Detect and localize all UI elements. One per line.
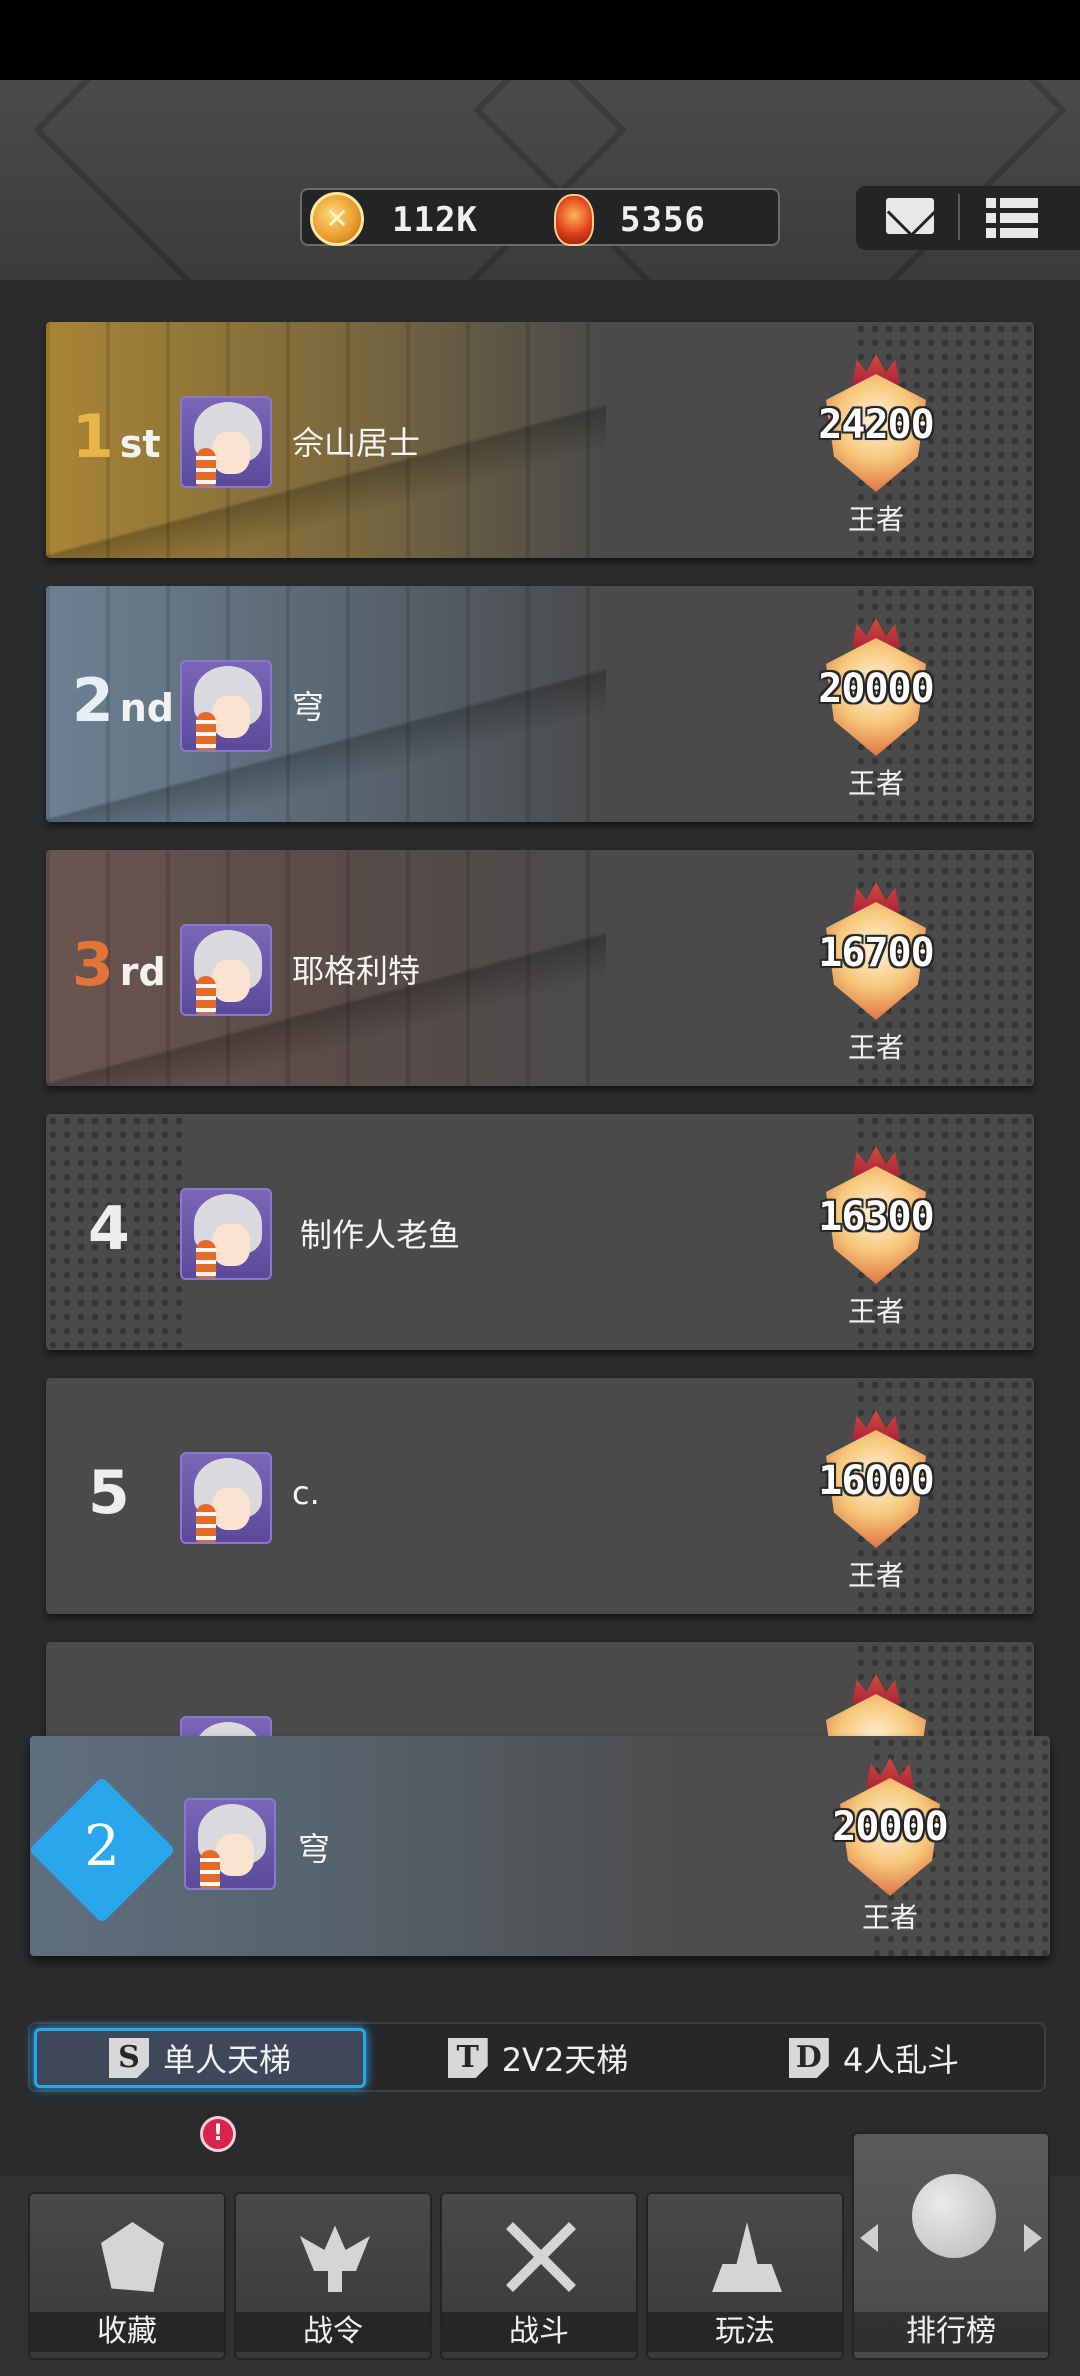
avatar[interactable] xyxy=(184,1798,276,1890)
score: 24200 xyxy=(818,402,934,448)
rank-number: 1st xyxy=(72,402,161,472)
ranking-icon xyxy=(912,2174,996,2258)
ranking-row[interactable]: 3rd 耶格利特 16700 王者 xyxy=(46,850,1034,1086)
nav-battle-pass[interactable]: 战令 xyxy=(234,2192,432,2360)
status-bar xyxy=(0,0,1080,80)
rank-number: 5 xyxy=(88,1458,130,1528)
team-ladder-icon: T xyxy=(447,2038,488,2078)
mode-tabs: S 单人天梯 T 2V2天梯 D 4人乱斗 xyxy=(28,2022,1046,2092)
gem-icon xyxy=(554,194,594,246)
ranking-row[interactable]: 5 c. 16000 王者 xyxy=(46,1378,1034,1614)
solo-ladder-icon: S xyxy=(108,2038,149,2078)
background-decoration xyxy=(473,80,1067,280)
tab-label: 单人天梯 xyxy=(162,2041,291,2079)
list-icon[interactable] xyxy=(986,198,1038,240)
nav-leaderboard[interactable]: 排行榜 xyxy=(852,2132,1050,2360)
ranking-row[interactable]: 1st 佘山居士 24200 王者 xyxy=(46,322,1034,558)
tier-label: 王者 xyxy=(847,1295,904,1328)
nav-label: 战斗 xyxy=(442,2312,636,2352)
avatar[interactable] xyxy=(180,924,272,1016)
avatar[interactable] xyxy=(180,660,272,752)
score: 16300 xyxy=(818,1194,934,1240)
coin-icon xyxy=(310,192,364,246)
ranking-row[interactable]: 2nd 穹 20000 王者 xyxy=(46,586,1034,822)
my-rank-number: 2 xyxy=(84,1814,120,1879)
nav-label: 战令 xyxy=(236,2312,430,2352)
swords-icon xyxy=(506,2222,576,2292)
coin-value: 112K xyxy=(392,200,478,240)
player-name: c. xyxy=(292,1474,320,1512)
notification-badge: ! xyxy=(200,2116,236,2152)
brawl-icon: D xyxy=(788,2038,829,2078)
cards-icon xyxy=(101,2222,164,2292)
rank-number: 4 xyxy=(88,1194,130,1264)
nav-label: 排行榜 xyxy=(854,2312,1048,2352)
tab-4p-brawl[interactable]: D 4人乱斗 xyxy=(708,2028,1040,2088)
player-name: 穹 xyxy=(298,1830,331,1868)
player-name: 佘山居士 xyxy=(292,424,421,462)
score: 16000 xyxy=(818,1458,934,1504)
gem-value: 5356 xyxy=(620,200,706,240)
ranking-list[interactable]: 1st 佘山居士 24200 王者 2nd 穹 20000 王者 3rd 耶格利… xyxy=(0,280,1080,1950)
rank-number: 3rd xyxy=(72,930,166,1000)
score: 20000 xyxy=(818,666,934,712)
score: 16700 xyxy=(818,930,934,976)
tab-label: 2V2天梯 xyxy=(501,2041,629,2079)
rank-number: 2nd xyxy=(72,666,175,736)
nav-collection[interactable]: 收藏 xyxy=(28,2192,226,2360)
wings-icon xyxy=(300,2225,370,2292)
tab-solo-ladder[interactable]: S 单人天梯 xyxy=(34,2028,366,2088)
tier-label: 王者 xyxy=(861,1901,918,1934)
avatar[interactable] xyxy=(180,396,272,488)
divider xyxy=(958,194,960,240)
tier-label: 王者 xyxy=(847,767,904,800)
tab-label: 4人乱斗 xyxy=(842,2041,960,2079)
tier-label: 王者 xyxy=(847,1031,904,1064)
map-icon xyxy=(712,2222,782,2292)
nav-label: 玩法 xyxy=(648,2312,842,2352)
arrow-left-icon xyxy=(860,2224,878,2252)
nav-label: 收藏 xyxy=(30,2312,224,2352)
player-name: 制作人老鱼 xyxy=(300,1216,461,1254)
bottom-nav: 收藏 战令 战斗 玩法 排行榜 xyxy=(0,2132,1080,2376)
tab-2v2-ladder[interactable]: T 2V2天梯 xyxy=(372,2028,704,2088)
tier-label: 王者 xyxy=(847,503,904,536)
tier-label: 王者 xyxy=(847,1559,904,1592)
my-rank-row[interactable]: 2 穹 20000 王者 xyxy=(30,1736,1050,1956)
mail-icon[interactable] xyxy=(886,198,934,234)
avatar[interactable] xyxy=(180,1452,272,1544)
nav-battle[interactable]: 战斗 xyxy=(440,2192,638,2360)
ranking-row[interactable]: 4 制作人老鱼 16300 王者 xyxy=(46,1114,1034,1350)
top-bar: 112K 5356 xyxy=(0,80,1080,280)
arrow-right-icon xyxy=(1024,2224,1042,2252)
player-name: 耶格利特 xyxy=(292,952,421,990)
player-name: 穹 xyxy=(292,688,325,726)
avatar[interactable] xyxy=(180,1188,272,1280)
nav-gameplay[interactable]: 玩法 xyxy=(646,2192,844,2360)
top-right-actions xyxy=(856,186,1080,250)
score: 20000 xyxy=(832,1804,948,1850)
currency-box: 112K 5356 xyxy=(300,188,780,246)
